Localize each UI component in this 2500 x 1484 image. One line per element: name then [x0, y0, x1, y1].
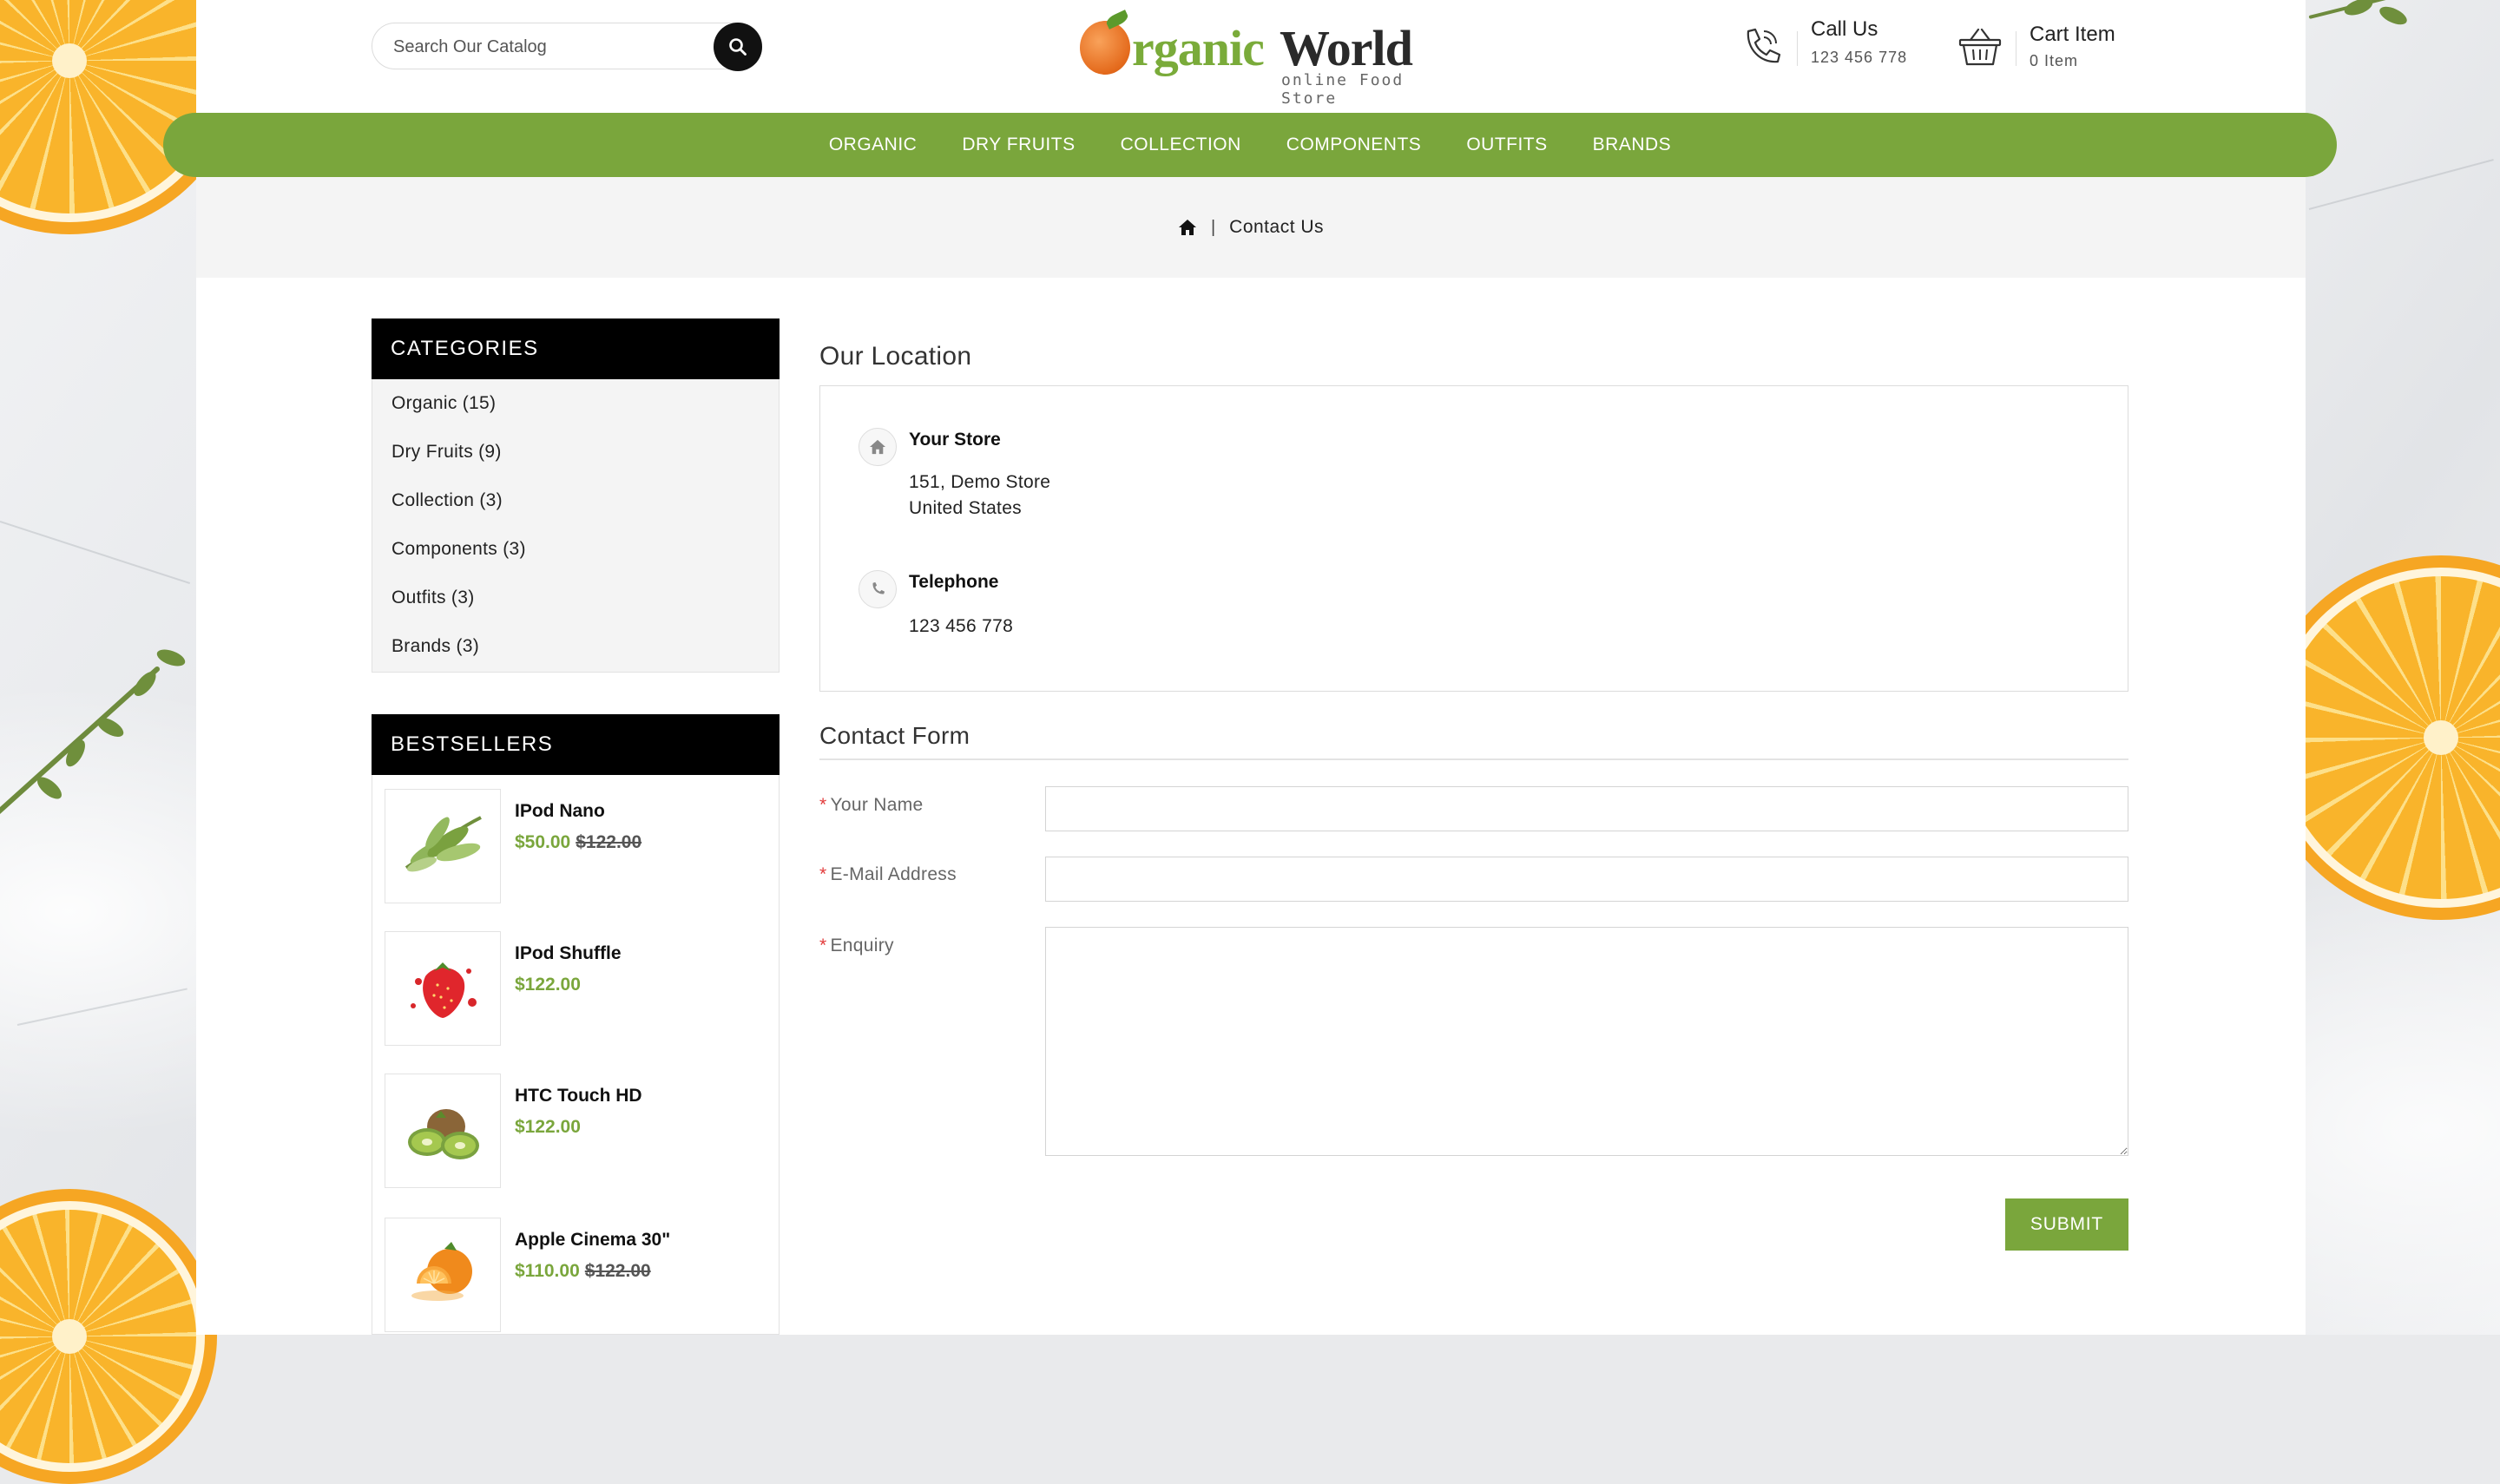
site-header: rganic World online Food Store Call Us 1…	[196, 0, 2306, 113]
orange-logo-icon	[1080, 21, 1130, 75]
cart-block[interactable]: Cart Item 0 Item	[1957, 17, 2156, 78]
nav-item-components[interactable]: COMPONENTS	[1264, 113, 1444, 177]
search-button[interactable]	[714, 23, 762, 71]
search-box	[372, 23, 762, 71]
home-icon[interactable]	[1178, 219, 1197, 236]
your-name-field[interactable]	[1045, 786, 2128, 831]
logo-text-organic: rganic	[1132, 20, 1265, 76]
product-price-new: $50.00	[515, 832, 571, 852]
breadcrumb-current: Contact Us	[1229, 217, 1325, 237]
contact-form-heading: Contact Form	[819, 722, 970, 749]
product-image-strawberry-splash[interactable]	[385, 931, 501, 1046]
product-name[interactable]: Apple Cinema 30"	[515, 1230, 670, 1251]
telephone-number: 123 456 778	[909, 616, 1014, 636]
category-dry-fruits[interactable]: Dry Fruits (9)	[391, 442, 502, 463]
required-asterisk: *	[819, 795, 827, 815]
shopping-basket-icon	[1958, 28, 2002, 66]
our-location-heading: Our Location	[819, 342, 972, 371]
product-price: $110.00 $122.00	[515, 1261, 651, 1282]
call-us-number: 123 456 778	[1811, 49, 1908, 66]
phone-icon	[1747, 28, 1781, 63]
product-price-new: $110.00	[515, 1261, 580, 1281]
category-outfits[interactable]: Outfits (3)	[391, 588, 474, 608]
product-price: $122.00	[515, 1117, 586, 1138]
product-price-old: $122.00	[584, 1261, 651, 1281]
bestsellers-list: IPod Nano $50.00 $122.00 IPod Shuffle $1…	[372, 775, 780, 1335]
email-label: * E-Mail Address	[819, 864, 957, 884]
breadcrumb-separator: |	[1210, 217, 1216, 237]
product-price-new: $122.00	[515, 975, 581, 995]
logo-tagline: online Food Store	[1281, 71, 1405, 108]
store-home-icon	[859, 428, 897, 466]
list-item: HTC Touch HD $122.00	[385, 1074, 766, 1190]
required-asterisk: *	[819, 864, 827, 884]
breadcrumb: | Contact Us	[196, 177, 2306, 278]
page-container: rganic World online Food Store Call Us 1…	[196, 0, 2306, 1335]
categories-heading: CATEGORIES	[372, 318, 780, 379]
call-us-block[interactable]: Call Us 123 456 778	[1738, 17, 1946, 78]
product-image-leafy-greens[interactable]	[385, 789, 501, 903]
site-logo[interactable]: rganic World online Food Store	[1080, 10, 1444, 108]
categories-list: Organic (15) Dry Fruits (9) Collection (…	[372, 379, 780, 673]
enquiry-textarea[interactable]	[1045, 927, 2128, 1156]
cart-count: 0 Item	[2030, 52, 2079, 69]
category-brands[interactable]: Brands (3)	[391, 636, 479, 657]
nav-item-brands[interactable]: BRANDS	[1570, 113, 1694, 177]
email-field[interactable]	[1045, 857, 2128, 902]
store-address-line2: United States	[909, 498, 1022, 518]
submit-button[interactable]: SUBMIT	[2005, 1198, 2128, 1251]
search-icon	[729, 38, 747, 56]
enquiry-label: * Enquiry	[819, 936, 894, 955]
list-item: Apple Cinema 30" $110.00 $122.00	[385, 1218, 766, 1334]
required-asterisk: *	[819, 936, 827, 955]
list-item: IPod Nano $50.00 $122.00	[385, 789, 766, 905]
product-price: $122.00	[515, 975, 586, 995]
nav-item-dry-fruits[interactable]: DRY FRUITS	[939, 113, 1097, 177]
product-image-kiwi[interactable]	[385, 1074, 501, 1188]
your-name-label: * Your Name	[819, 795, 924, 815]
category-components[interactable]: Components (3)	[391, 539, 526, 560]
telephone-icon	[859, 570, 897, 608]
nav-item-outfits[interactable]: OUTFITS	[1444, 113, 1569, 177]
product-image-orange[interactable]	[385, 1218, 501, 1332]
product-name[interactable]: IPod Nano	[515, 801, 605, 822]
location-panel: Your Store 151, Demo Store United States…	[819, 385, 2128, 692]
category-organic[interactable]: Organic (15)	[391, 393, 496, 414]
store-address-line1: 151, Demo Store	[909, 472, 1051, 492]
product-price-old: $122.00	[576, 832, 642, 852]
product-name[interactable]: HTC Touch HD	[515, 1086, 642, 1106]
search-input[interactable]	[391, 23, 690, 70]
product-price: $50.00 $122.00	[515, 832, 641, 853]
cart-title: Cart Item	[2030, 23, 2115, 46]
nav-item-collection[interactable]: COLLECTION	[1098, 113, 1264, 177]
store-title: Your Store	[909, 430, 1001, 450]
logo-text-world: World	[1280, 20, 1413, 76]
form-divider	[819, 758, 2128, 760]
telephone-title: Telephone	[909, 572, 999, 592]
bestsellers-heading: BESTSELLERS	[372, 714, 780, 775]
main-nav: ORGANIC DRY FRUITS COLLECTION COMPONENTS…	[163, 113, 2337, 177]
category-collection[interactable]: Collection (3)	[391, 490, 503, 511]
product-name[interactable]: IPod Shuffle	[515, 943, 622, 964]
nav-item-organic[interactable]: ORGANIC	[806, 113, 940, 177]
product-price-new: $122.00	[515, 1117, 581, 1137]
list-item: IPod Shuffle $122.00	[385, 931, 766, 1047]
call-us-title: Call Us	[1811, 17, 1878, 41]
